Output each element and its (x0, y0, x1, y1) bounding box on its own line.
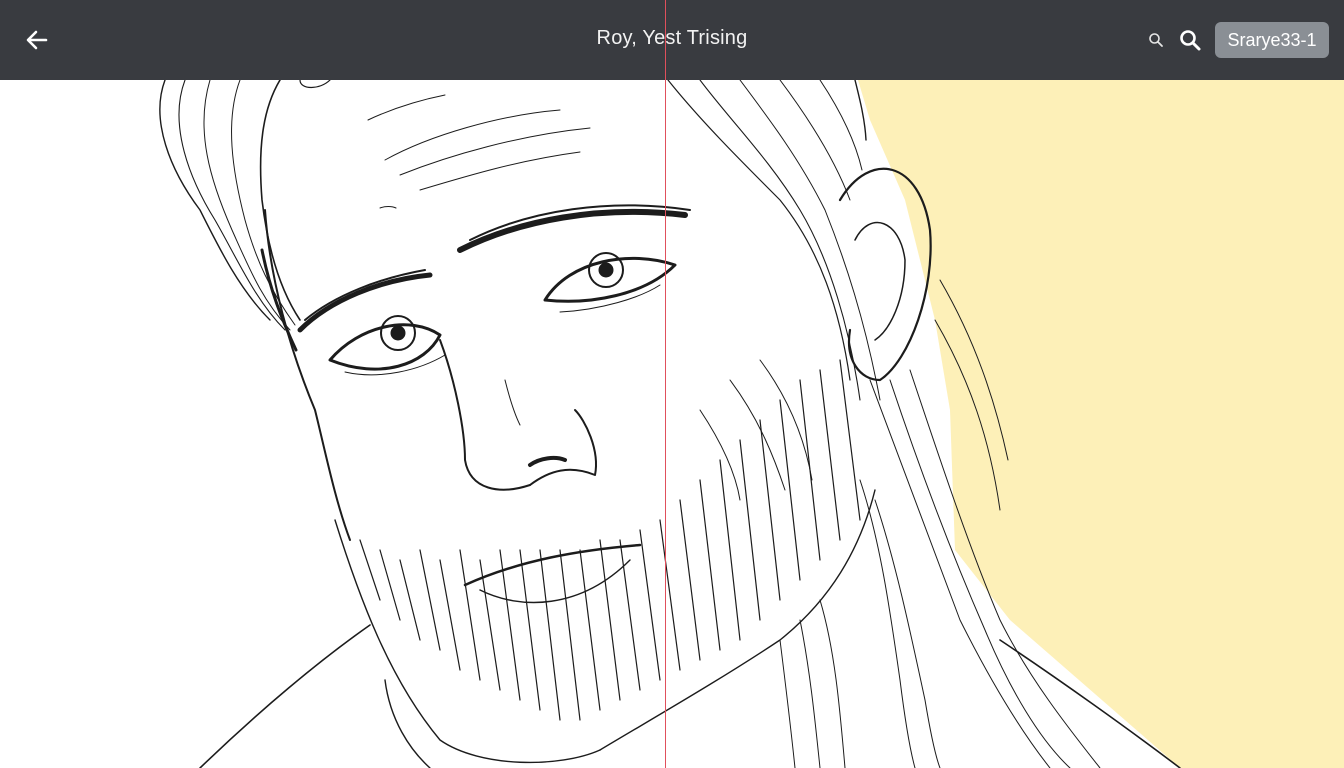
yellow-highlight (858, 80, 1344, 768)
portrait-sketch (159, 80, 1344, 768)
vertical-guide-line[interactable] (665, 0, 666, 768)
document-title: Roy, Yest Trising (596, 27, 748, 49)
editor-window: Roy, Yest Trising Srarye33-1 (0, 0, 1344, 768)
page-indicator-button[interactable]: Srarye33-1 (1215, 22, 1329, 58)
search-icon (1149, 33, 1163, 47)
search-icon (1180, 30, 1201, 51)
search-small-button[interactable] (1146, 30, 1166, 50)
top-toolbar: Roy, Yest Trising Srarye33-1 (0, 0, 1344, 80)
drawing-canvas[interactable] (0, 80, 1344, 768)
search-button[interactable] (1176, 26, 1204, 54)
